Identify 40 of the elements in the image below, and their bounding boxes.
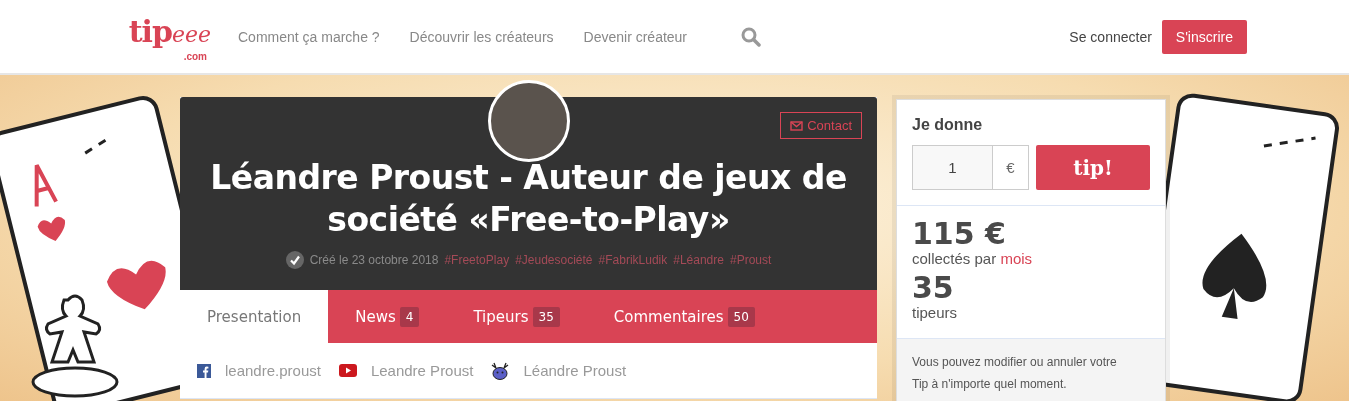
hashtag-link[interactable]: #Jeudesociété bbox=[515, 253, 593, 267]
tab[interactable]: News 4 bbox=[328, 290, 447, 343]
video-play-icon bbox=[338, 364, 357, 377]
tab[interactable]: Presentation bbox=[180, 290, 329, 343]
envelope-icon bbox=[790, 120, 804, 131]
count-badge: 4 bbox=[399, 306, 420, 327]
tab[interactable]: Commentaires 50 bbox=[586, 290, 782, 343]
nav-link[interactable]: Comment ça marche ? bbox=[238, 28, 380, 45]
total-caption: collectés par bbox=[912, 250, 997, 267]
search-icon[interactable] bbox=[741, 26, 762, 47]
monthly-total: 115 € bbox=[912, 218, 1007, 250]
creator-title: Léandre Proust - Auteur de jeux de société «Free-to-Play» bbox=[209, 157, 848, 241]
tipper-count: 35 bbox=[912, 272, 955, 304]
login-link[interactable]: Se connecter bbox=[1069, 28, 1152, 45]
tab[interactable]: Tipeurs 35 bbox=[446, 290, 587, 343]
tipper-caption: tipeurs bbox=[912, 304, 958, 321]
nav-link[interactable]: Découvrir les créateurs bbox=[409, 28, 554, 45]
currency-label: € bbox=[1005, 158, 1016, 178]
social-link[interactable]: Léandre Proust bbox=[523, 362, 627, 379]
amount-value: 1 bbox=[913, 146, 993, 189]
tip-button[interactable]: tip! bbox=[1036, 145, 1150, 190]
social-link[interactable]: leandre.proust bbox=[225, 362, 321, 379]
period-link[interactable]: mois bbox=[1000, 250, 1033, 267]
contact-button[interactable]: Contact bbox=[780, 112, 862, 139]
hashtag-link[interactable]: #FabrikLudik bbox=[598, 253, 668, 267]
count-badge: 35 bbox=[532, 306, 560, 327]
site-logo[interactable]: tipeee .com bbox=[116, 15, 211, 62]
hashtag-link[interactable]: #FreetoPlay bbox=[444, 253, 510, 267]
hashtag-link[interactable]: #Proust bbox=[729, 253, 772, 267]
nav-link[interactable]: Devenir créateur bbox=[583, 28, 688, 45]
creation-date: Créé le 23 octobre 2018 bbox=[309, 253, 439, 267]
amount-field[interactable]: 1 € bbox=[912, 145, 1029, 190]
count-badge: 50 bbox=[727, 306, 755, 327]
horned-creature-icon bbox=[491, 361, 510, 380]
hashtag-link[interactable]: #Léandre bbox=[673, 253, 724, 267]
info-note: Vous pouvez modifier ou annuler votre Tip à n'importe quel moment. bbox=[897, 339, 1165, 401]
donate-heading: Je donne bbox=[912, 116, 984, 134]
facebook-icon bbox=[197, 363, 211, 378]
social-link[interactable]: Leandre Proust bbox=[370, 362, 474, 379]
signup-button[interactable]: S'inscrire bbox=[1161, 19, 1247, 54]
